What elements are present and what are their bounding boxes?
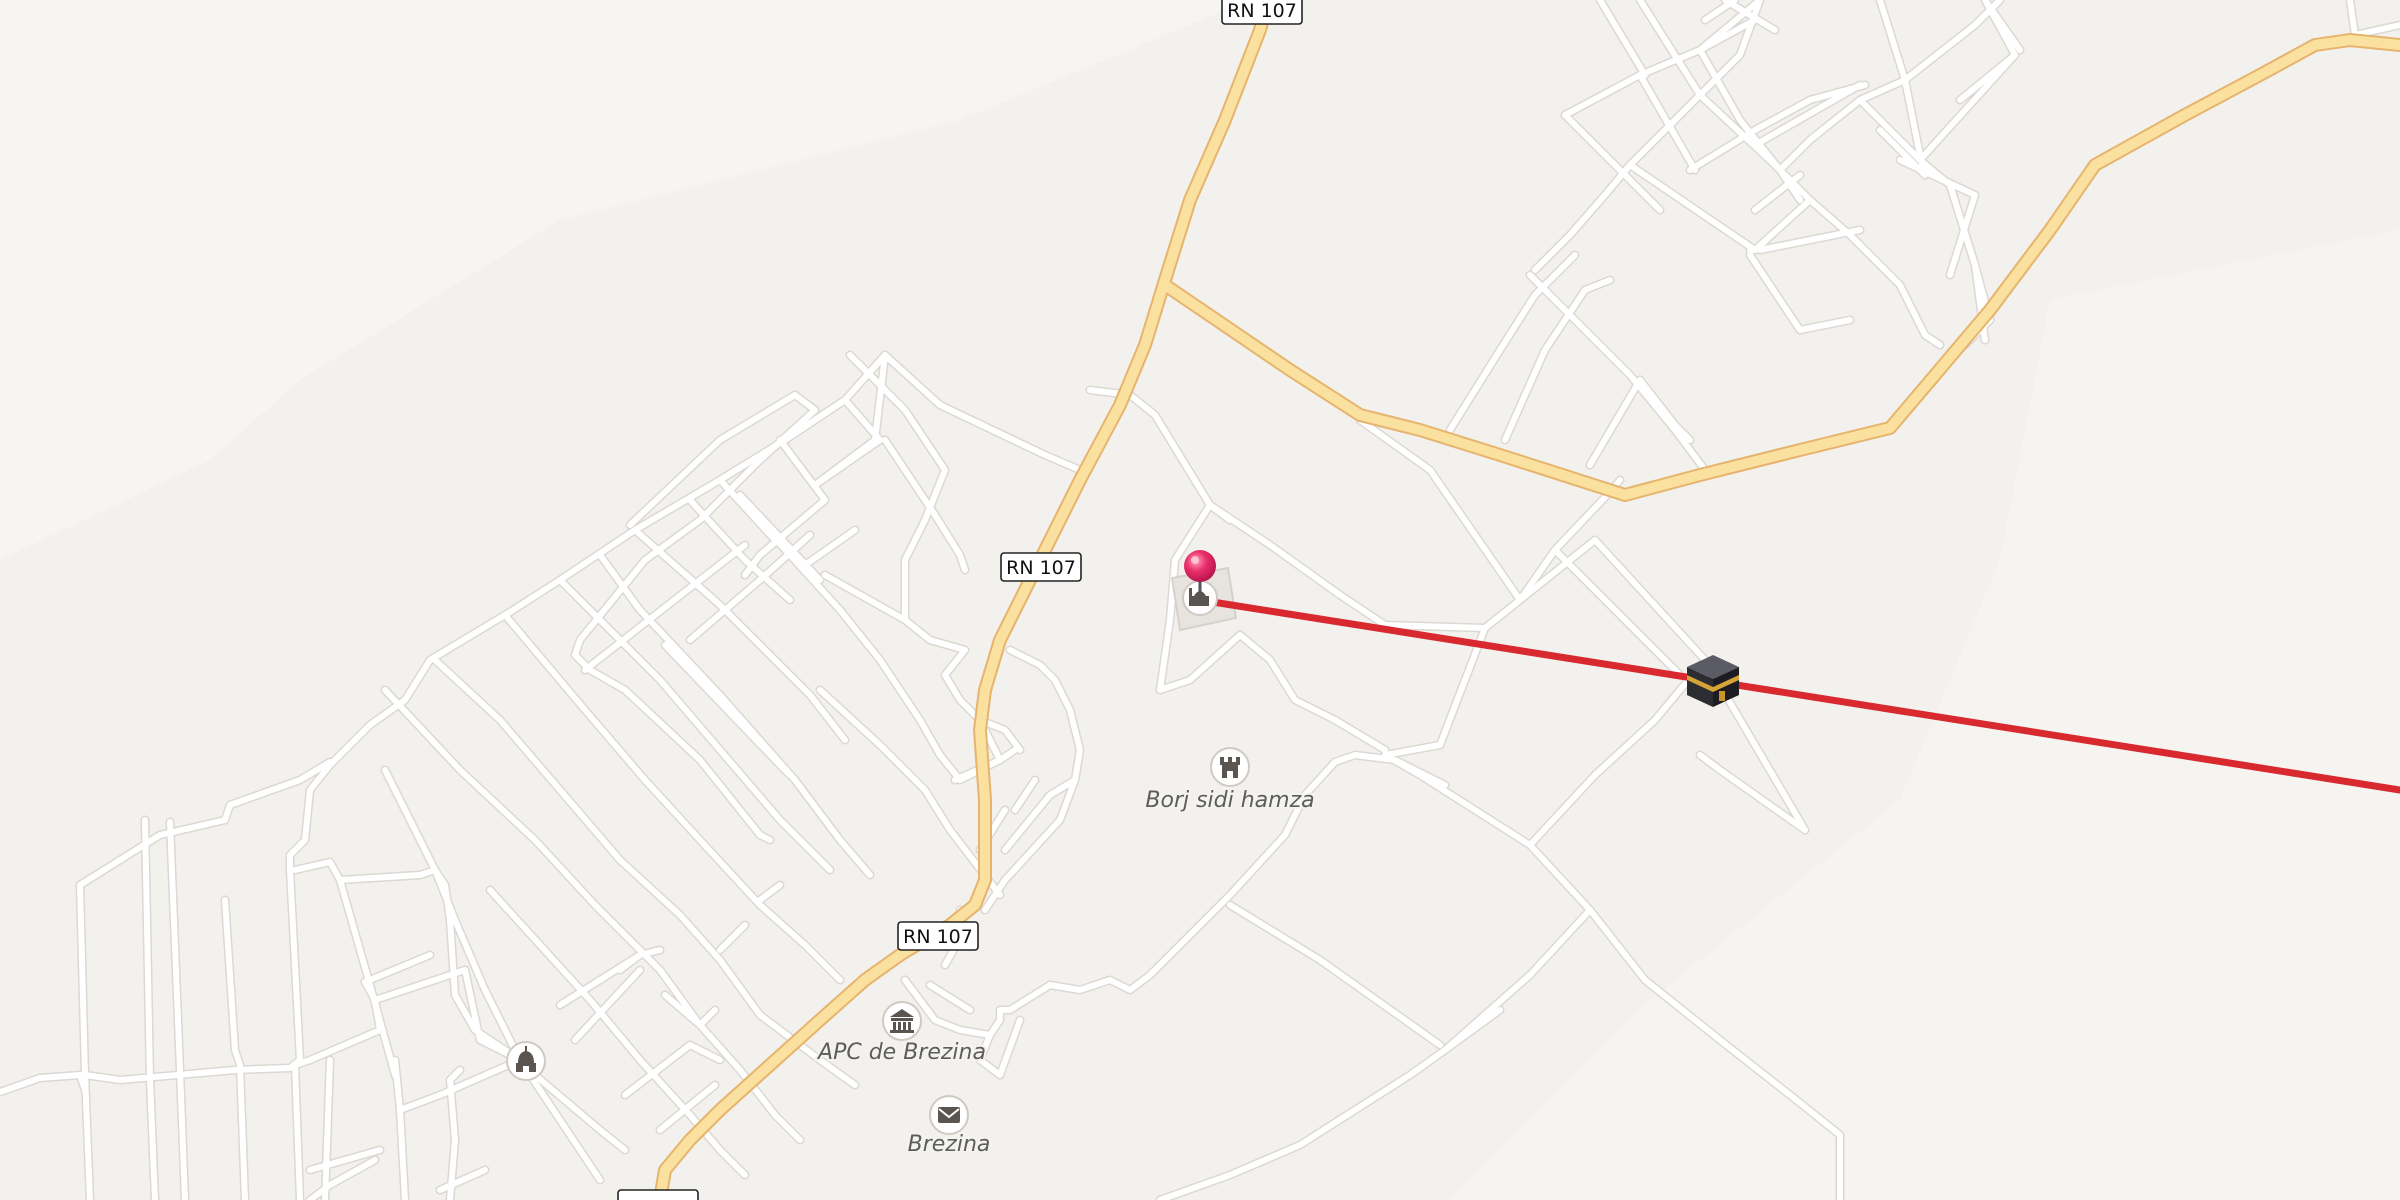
road-shield-rn107-middle: RN 107: [1000, 552, 1082, 582]
road-shield-partial-bottom: [617, 1189, 699, 1200]
poi-label: APC de Brezina: [816, 1040, 986, 1065]
road-shield-label: RN 107: [1006, 557, 1076, 579]
road-shield-label: RN 107: [1227, 0, 1297, 22]
poi-mosque-west[interactable]: [506, 1041, 546, 1081]
location-pin-icon: [1184, 550, 1216, 582]
tower-icon: [1220, 757, 1240, 778]
poi-label: Brezina: [908, 1132, 991, 1157]
mail-icon: [938, 1107, 960, 1123]
map-canvas[interactable]: RN 107 RN 107 RN 107 Borj sidi hamza APC…: [0, 0, 2400, 1200]
road-shield-rn107-top: RN 107: [1221, 0, 1303, 25]
road-shield-rn107-lower: RN 107: [897, 921, 979, 951]
poi-label: Borj sidi hamza: [1145, 788, 1314, 813]
road-shield-label: RN 107: [903, 926, 973, 948]
